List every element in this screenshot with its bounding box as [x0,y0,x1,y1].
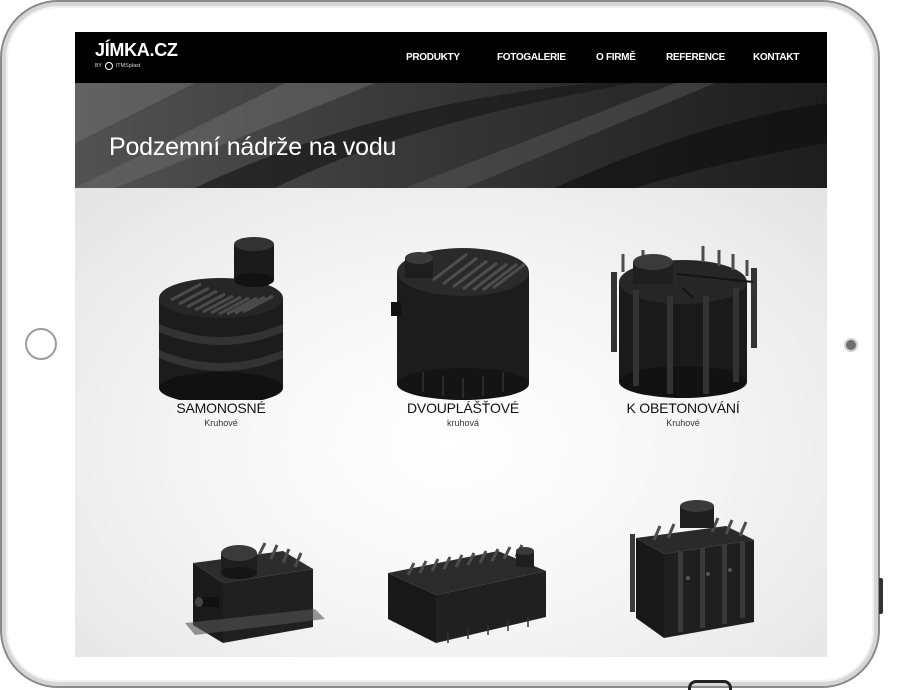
side-button[interactable] [879,578,883,614]
product-card-rectangular-ribbed[interactable] [363,513,563,643]
navbar: JÍMKA.CZ BY ITMSplast PRODUKTY FOTOGALER… [75,32,827,83]
rectangular-tank-with-dome-image [185,542,325,643]
product-card-rectangular-dome[interactable] [145,513,345,643]
double-wall-round-tank-image [391,248,529,400]
product-card-samonosne[interactable]: SAMONOSNÉ Kruhové [121,232,321,430]
product-card-dvouplastove[interactable]: DVOUPLÁŠŤOVÉ kruhová [363,232,563,430]
camera-icon [846,340,856,350]
product-title: DVOUPLÁŠŤOVÉ [407,400,519,416]
product-title: SAMONOSNÉ [176,400,266,416]
rectangular-ribbed-tank-image [388,544,546,643]
nav-item-fotogalerie[interactable]: FOTOGALERIE [497,52,566,63]
nav-item-produkty[interactable]: PRODUKTY [406,52,460,63]
product-card-k-obetonovani[interactable]: K OBETONOVÁNÍ Kruhové [583,232,783,430]
product-subtitle: Kruhové [204,418,238,428]
self-supporting-round-tank-image [159,237,283,400]
main-menu: PRODUKTY FOTOGALERIE O FIRMĚ REFERENCE K… [75,52,827,66]
product-subtitle: Kruhové [666,418,700,428]
website-screen: JÍMKA.CZ BY ITMSplast PRODUKTY FOTOGALER… [75,32,827,657]
product-subtitle: kruhová [446,418,480,428]
product-title: K OBETONOVÁNÍ [626,400,740,416]
tall-rectangular-tank-image [630,500,754,638]
stand [688,680,732,690]
nav-item-reference[interactable]: REFERENCE [666,52,725,63]
home-button[interactable] [25,328,57,360]
nav-item-kontakt[interactable]: KONTAKT [753,52,799,63]
product-grid: SAMONOSNÉ Kruhové DVOUPLÁŠŤOVÉ kruhová K… [75,188,827,657]
nav-item-o-firme[interactable]: O FIRMĚ [596,52,636,63]
product-card-tall-rectangular[interactable] [583,498,783,643]
page-title: Podzemní nádrže na vodu [109,133,397,161]
hero-banner: Podzemní nádrže na vodu [75,83,827,188]
concrete-encased-round-tank-image [611,246,757,398]
